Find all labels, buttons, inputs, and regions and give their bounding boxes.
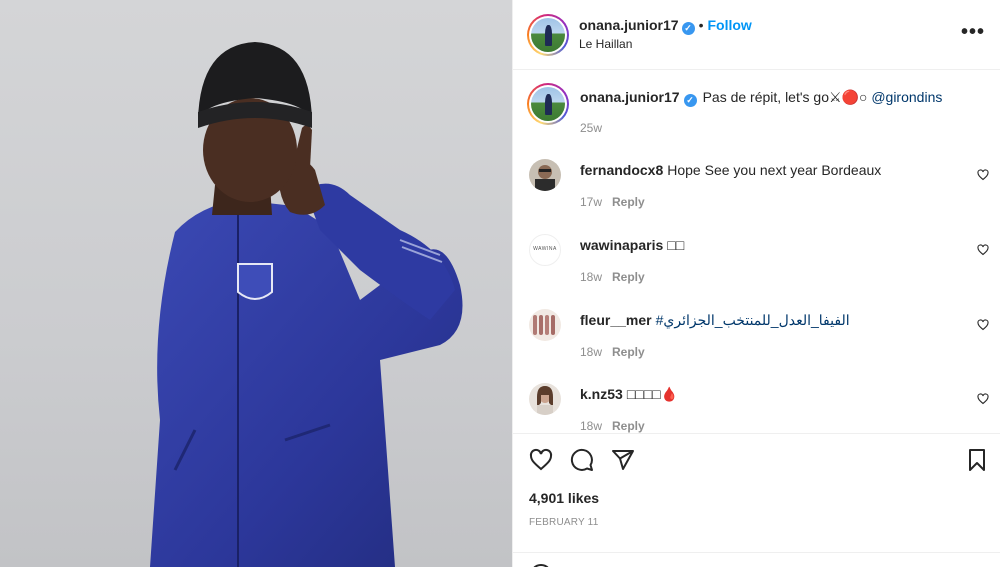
like-comment-heart-icon[interactable] — [977, 319, 989, 331]
caption-body: Pas de répit, let's go⚔🔴○ — [702, 89, 868, 105]
player-photo-illustration — [150, 42, 463, 567]
comment-body: □□ — [667, 237, 685, 253]
reply-button[interactable]: Reply — [612, 195, 645, 209]
commenter-avatar[interactable] — [529, 159, 561, 191]
commenter-avatar[interactable] — [529, 309, 561, 341]
comment-time[interactable]: 18w — [580, 345, 602, 359]
caption-text: onana.junior17 ✓ Pas de répit, let's go⚔🔴○… — [580, 88, 942, 107]
comment-meta: 18w Reply — [580, 419, 645, 433]
like-comment-heart-icon[interactable] — [977, 393, 989, 405]
post-date[interactable]: FEBRUARY 11 — [529, 517, 598, 528]
comment-text: fernandocx8 Hope See you next year Bordea… — [580, 161, 881, 179]
likes-count[interactable]: 4,901 likes — [529, 490, 599, 506]
verified-badge-icon: ✓ — [683, 94, 697, 107]
post-photo[interactable] — [0, 0, 512, 567]
commenter-avatar[interactable] — [529, 383, 561, 415]
more-options-icon[interactable]: ••• — [961, 22, 985, 42]
comment-body: Hope See you next year Bordeaux — [667, 162, 882, 178]
commenter-avatar[interactable]: WAWINA — [529, 234, 561, 266]
comment-meta: 18w Reply — [580, 345, 645, 359]
caption-row: onana.junior17 ✓ Pas de répit, let's go⚔🔴○… — [527, 83, 989, 145]
reply-button[interactable]: Reply — [612, 345, 645, 359]
reply-button[interactable]: Reply — [612, 419, 645, 433]
author-avatar[interactable] — [527, 14, 569, 56]
commenter-logo-text: WAWINA — [533, 246, 557, 252]
comment-username[interactable]: fleur__mer — [580, 312, 652, 328]
comment-meta: 17w Reply — [580, 195, 645, 209]
comment-text: wawinaparis □□ — [580, 236, 684, 254]
comment-row: fernandocx8 Hope See you next year Bordea… — [529, 159, 989, 219]
comment-row: fleur__mer #الفيفا_العدل_للمنتخب_الجزائري… — [529, 309, 989, 369]
comment-text: fleur__mer #الفيفا_العدل_للمنتخب_الجزائري — [580, 311, 850, 329]
comment-time[interactable]: 18w — [580, 270, 602, 284]
comment-time[interactable]: 17w — [580, 195, 602, 209]
caption-username[interactable]: onana.junior17 — [580, 89, 680, 105]
separator-dot: • — [698, 17, 704, 33]
emoji-icon[interactable] — [529, 563, 553, 567]
verified-badge-icon: ✓ — [681, 22, 695, 35]
post-location[interactable]: Le Haillan — [579, 37, 632, 51]
author-username[interactable]: onana.junior17 — [579, 17, 679, 33]
caption-time[interactable]: 25w — [580, 121, 602, 135]
comment-username[interactable]: wawinaparis — [580, 237, 663, 253]
post-actions: 4,901 likes FEBRUARY 11 — [513, 433, 1000, 567]
comment-time[interactable]: 18w — [580, 419, 602, 433]
post-header: onana.junior17 ✓ • Follow Le Haillan ••• — [513, 0, 1000, 70]
comment-meta: 18w Reply — [580, 270, 645, 284]
post-side-panel: onana.junior17 ✓ • Follow Le Haillan ••• on… — [512, 0, 1000, 567]
comment-text: k.nz53 □□□□🩸 — [580, 385, 678, 403]
caption-author-avatar[interactable] — [527, 83, 569, 125]
comment-hashtag[interactable]: #الفيفا_العدل_للمنتخب_الجزائري — [656, 312, 850, 328]
heart-icon[interactable] — [529, 448, 553, 472]
caption-mention[interactable]: @girondins — [871, 89, 942, 105]
add-comment-area[interactable] — [513, 552, 1000, 567]
like-comment-heart-icon[interactable] — [977, 169, 989, 181]
comment-row: k.nz53 □□□□🩸 18w Reply — [529, 383, 989, 433]
comment-row: WAWINA wawinaparis □□ 18w Reply — [529, 234, 989, 294]
comment-icon[interactable] — [570, 448, 594, 472]
comments-section[interactable]: onana.junior17 ✓ Pas de répit, let's go⚔🔴○… — [513, 71, 1000, 433]
share-icon[interactable] — [611, 448, 635, 472]
comment-body: □□□□🩸 — [626, 386, 679, 402]
comment-username[interactable]: k.nz53 — [580, 386, 623, 402]
bookmark-icon[interactable] — [965, 448, 989, 472]
follow-button[interactable]: Follow — [707, 17, 751, 33]
reply-button[interactable]: Reply — [612, 270, 645, 284]
comment-username[interactable]: fernandocx8 — [580, 162, 663, 178]
header-title-line: onana.junior17 ✓ • Follow — [579, 16, 752, 35]
like-comment-heart-icon[interactable] — [977, 244, 989, 256]
